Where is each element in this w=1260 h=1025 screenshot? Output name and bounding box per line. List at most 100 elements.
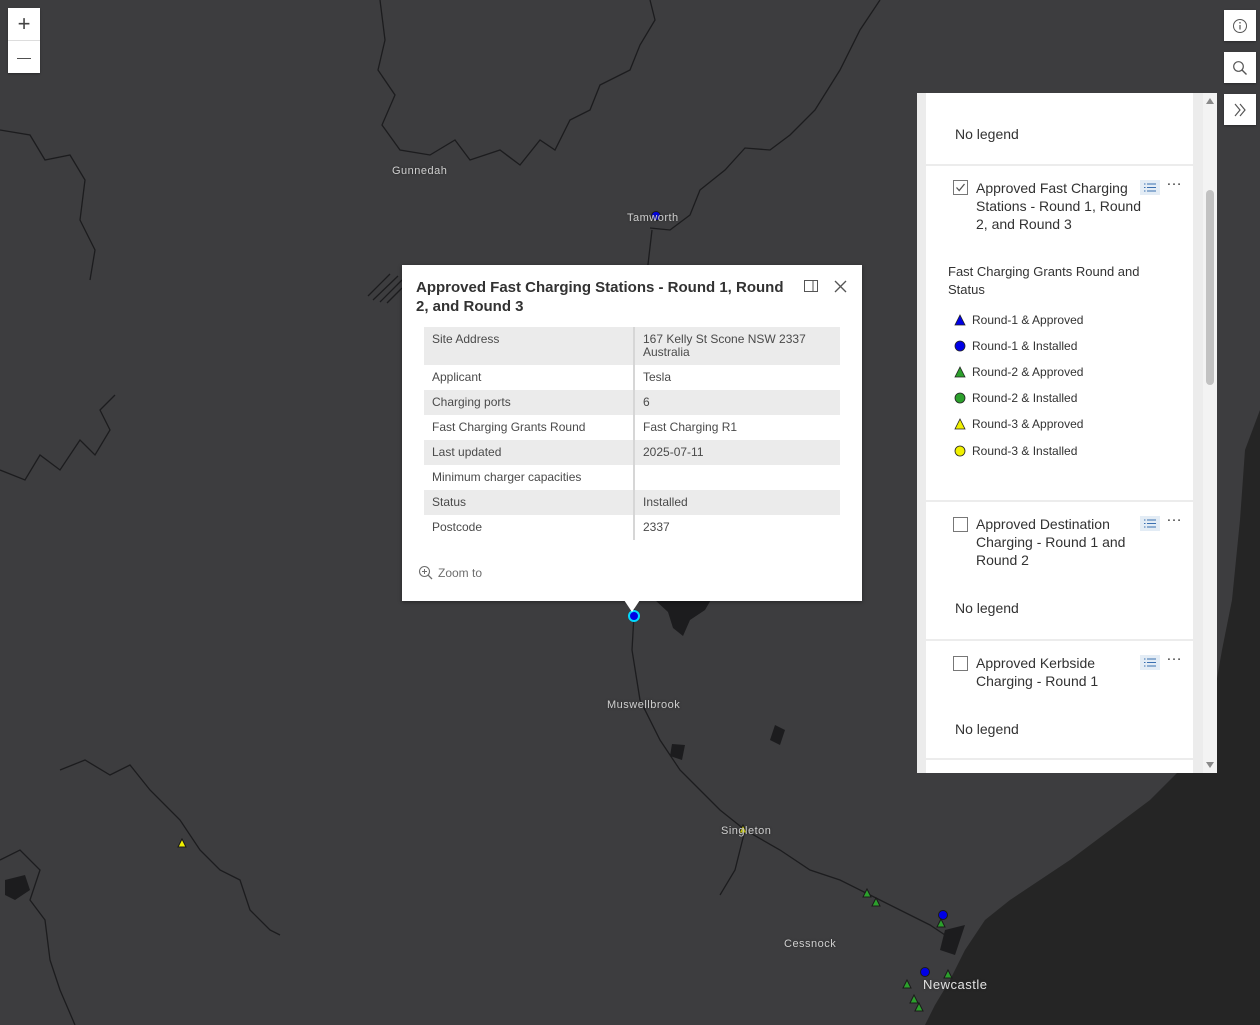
no-legend-text: No legend <box>955 721 1019 737</box>
attribute-label: Minimum charger capacities <box>424 465 635 490</box>
legend-item-label: Round-2 & Installed <box>972 391 1078 405</box>
table-row: Status Installed <box>424 490 840 515</box>
legend-toggle-button[interactable] <box>1140 655 1160 670</box>
attribute-label: Postcode <box>424 515 635 540</box>
zoom-to-label: Zoom to <box>438 565 483 580</box>
info-icon <box>1233 18 1247 33</box>
layer-options-button[interactable]: … <box>1166 647 1183 665</box>
attribute-label: Charging ports <box>424 390 635 415</box>
dock-icon <box>804 280 818 292</box>
layer-title[interactable]: Approved Kerbside Charging - Round 1 <box>976 654 1136 690</box>
popup-pointer <box>624 600 640 612</box>
scrollbar-thumb[interactable] <box>1206 190 1214 385</box>
zoom-controls: + — <box>8 8 40 73</box>
table-row: Charging ports 6 <box>424 390 840 415</box>
legend-item: Round-3 & Installed <box>954 443 1077 459</box>
city-label: Cessnock <box>784 938 837 950</box>
city-label: Newcastle <box>923 977 988 992</box>
triangle-symbol-icon <box>954 418 966 430</box>
no-legend-text: No legend <box>955 126 1019 142</box>
layer-options-button[interactable]: … <box>1166 172 1183 190</box>
attribute-label: Site Address <box>424 327 635 365</box>
layer-card <box>926 760 1193 773</box>
attribute-label: Fast Charging Grants Round <box>424 415 635 440</box>
scroll-up-icon[interactable] <box>1203 96 1217 106</box>
layer-visibility-checkbox[interactable] <box>953 517 968 532</box>
legend-item: Round-3 & Approved <box>954 416 1083 432</box>
table-row: Fast Charging Grants Round Fast Charging … <box>424 415 840 440</box>
attribute-value <box>634 465 840 490</box>
list-icon <box>1144 183 1156 192</box>
legend-toggle-button[interactable] <box>1140 180 1160 195</box>
legend-item-label: Round-1 & Installed <box>972 339 1078 353</box>
legend-item: Round-2 & Approved <box>954 364 1083 380</box>
list-icon <box>1144 519 1156 528</box>
triangle-symbol-icon <box>954 314 966 326</box>
layer-list-panel: No legend Approved Fast Charging Station… <box>917 93 1217 773</box>
legend-item-label: Round-2 & Approved <box>972 365 1084 379</box>
close-button[interactable] <box>831 277 849 295</box>
table-row: Postcode 2337 <box>424 515 840 540</box>
station-marker <box>938 910 948 920</box>
city-label: Muswellbrook <box>607 699 681 711</box>
city-label: Singleton <box>721 825 772 837</box>
search-button[interactable] <box>1224 52 1256 83</box>
attribute-label: Last updated <box>424 440 635 465</box>
legend-item: Round-1 & Installed <box>954 338 1077 354</box>
triangle-symbol-icon <box>954 366 966 378</box>
legend-toggle-button[interactable] <box>1140 516 1160 531</box>
info-button[interactable] <box>1224 10 1256 41</box>
zoom-to-button[interactable]: Zoom to <box>418 565 482 580</box>
circle-symbol-icon <box>954 392 966 404</box>
legend-field-title: Fast Charging Grants Round and Status <box>948 264 1140 297</box>
close-icon <box>834 280 846 292</box>
layer-card: Approved Fast Charging Stations - Round … <box>926 166 1193 500</box>
layer-card: No legend <box>926 93 1193 164</box>
circle-symbol-icon <box>954 445 966 457</box>
layer-card: Approved Destination Charging - Round 1 … <box>926 502 1193 639</box>
layer-visibility-checkbox[interactable] <box>953 656 968 671</box>
check-icon <box>956 183 966 192</box>
attribute-value: 2337 <box>643 520 670 534</box>
feature-popup: Approved Fast Charging Stations - Round … <box>402 265 862 601</box>
expand-button[interactable] <box>1224 94 1256 125</box>
table-row: Applicant Tesla <box>424 365 840 390</box>
popup-title: Approved Fast Charging Stations - Round … <box>416 279 784 315</box>
legend-item: Round-2 & Installed <box>954 390 1077 406</box>
layer-title[interactable]: Approved Destination Charging - Round 1 … <box>976 515 1141 569</box>
attribute-table: Site Address 167 Kelly St Scone NSW 2337 … <box>424 327 840 540</box>
zoom-out-button[interactable]: — <box>8 40 40 73</box>
layer-title[interactable]: Approved Fast Charging Stations - Round … <box>976 179 1141 233</box>
city-label: Tamworth <box>627 212 679 224</box>
dock-button[interactable] <box>802 277 820 295</box>
attribute-value: 6 <box>634 390 840 415</box>
attribute-label: Status <box>424 490 635 515</box>
attribute-value: Fast Charging R1 <box>643 420 738 434</box>
table-row: Minimum charger capacities <box>424 465 840 490</box>
attribute-value: Installed <box>634 490 840 515</box>
layer-card: Approved Kerbside Charging - Round 1 … N… <box>926 641 1193 758</box>
legend-item-label: Round-3 & Approved <box>972 417 1084 431</box>
panel-scrollbar[interactable] <box>1203 93 1217 773</box>
scroll-down-icon[interactable] <box>1203 760 1217 770</box>
zoom-in-button[interactable]: + <box>8 8 40 40</box>
table-row: Site Address 167 Kelly St Scone NSW 2337 … <box>424 327 840 365</box>
layer-visibility-checkbox[interactable] <box>953 180 968 195</box>
circle-symbol-icon <box>954 340 966 352</box>
layer-options-button[interactable]: … <box>1166 508 1183 526</box>
attribute-value: 2025-07-11 <box>634 440 840 465</box>
legend-item: Round-1 & Approved <box>954 312 1083 328</box>
no-legend-text: No legend <box>955 600 1019 616</box>
attribute-label: Applicant <box>424 365 635 390</box>
chevrons-right-icon <box>1234 103 1246 116</box>
list-icon <box>1144 658 1156 667</box>
city-label: Gunnedah <box>392 165 448 177</box>
search-icon <box>1233 60 1247 75</box>
table-row: Last updated 2025-07-11 <box>424 440 840 465</box>
station-marker <box>920 967 930 977</box>
attribute-value: Tesla <box>643 370 672 384</box>
selected-station-marker <box>628 610 640 622</box>
legend-item-label: Round-1 & Approved <box>972 313 1084 327</box>
legend-item-label: Round-3 & Installed <box>972 444 1078 458</box>
attribute-value: 167 Kelly St Scone NSW 2337 Australia <box>634 327 840 365</box>
